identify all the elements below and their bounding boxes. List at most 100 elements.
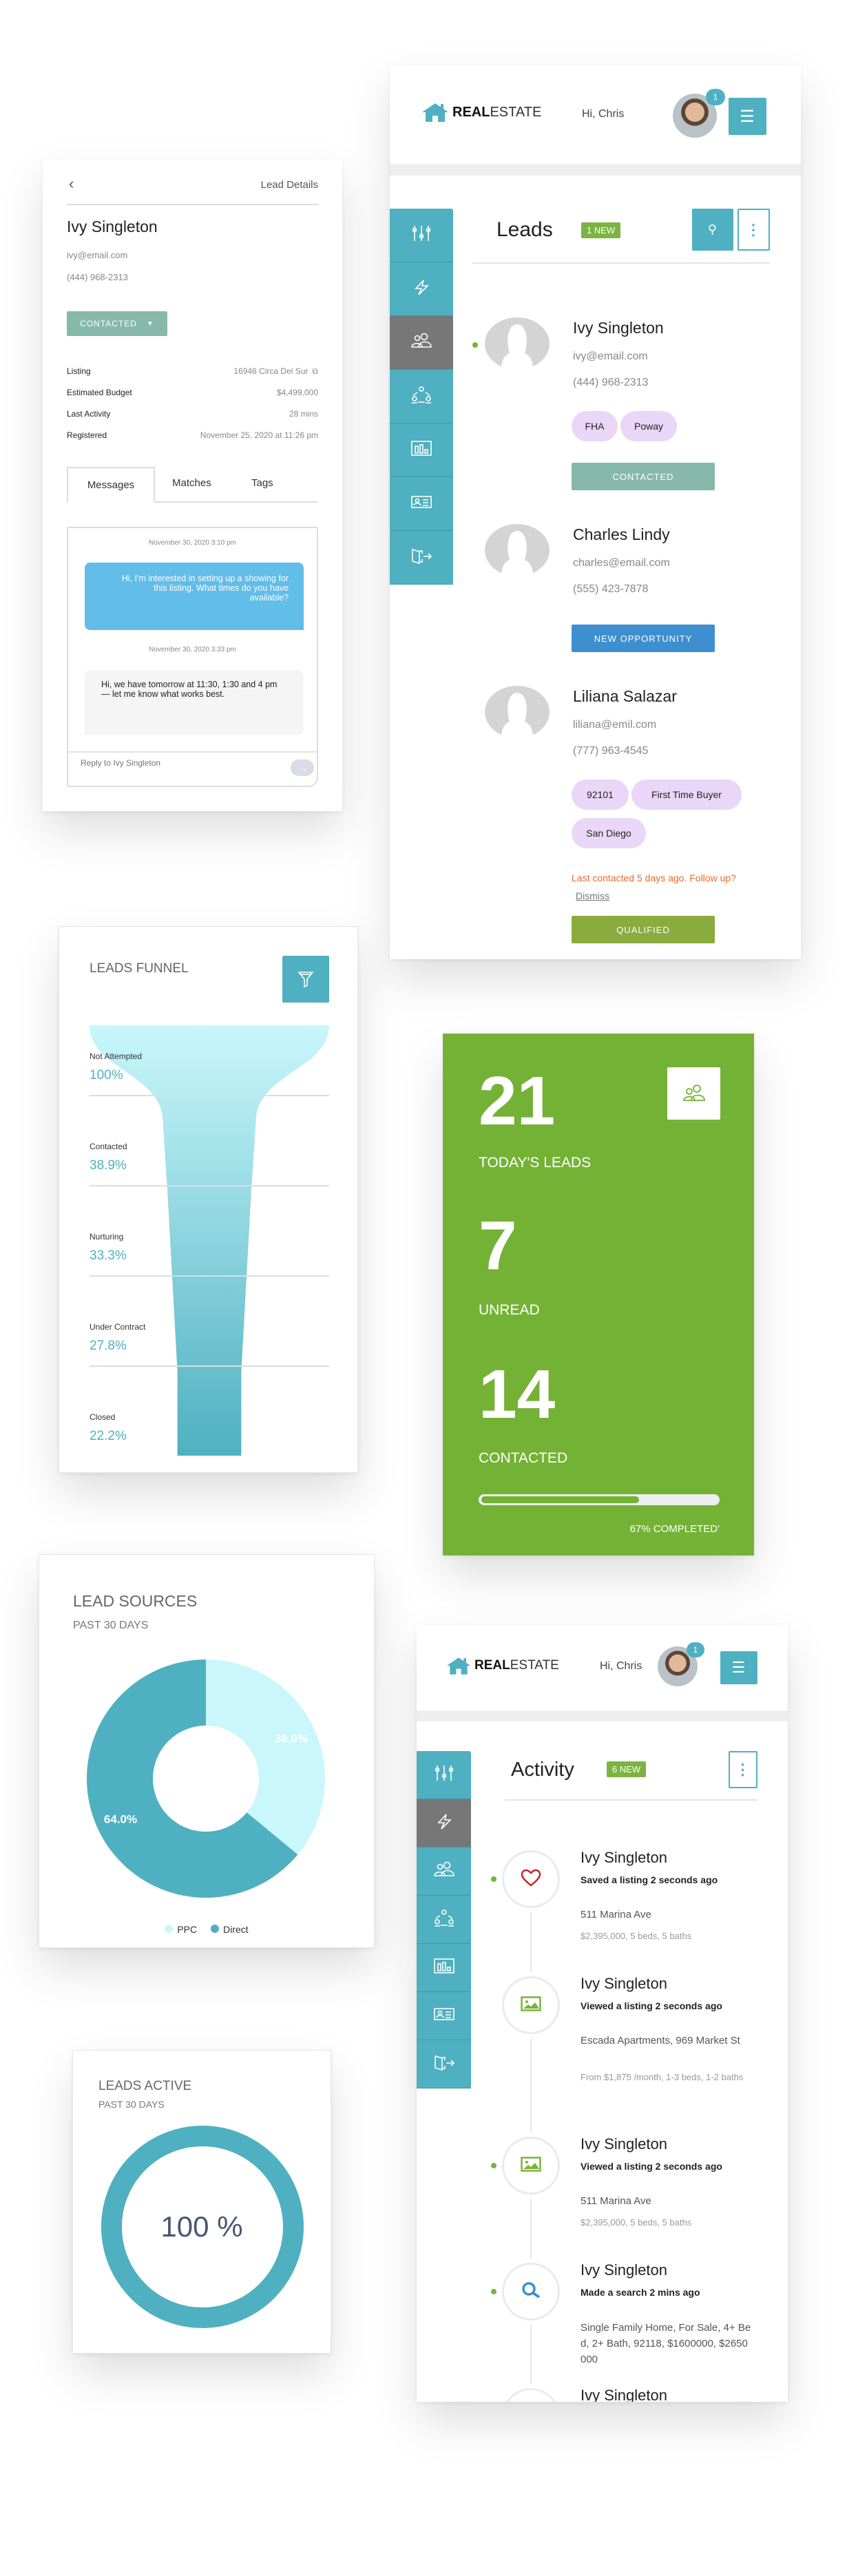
field-value-text: November 25, 2020 at 11:26 pm [200, 430, 318, 440]
lead-phone[interactable]: (555) 423-7878 [573, 583, 648, 596]
message-timestamp: November 30, 2020 3:10 pm [149, 539, 236, 547]
funnel-divider [90, 1185, 329, 1186]
tag[interactable]: Poway [620, 411, 677, 441]
funnel-icon [298, 972, 313, 987]
sidebar-item-network[interactable] [417, 1896, 471, 1944]
id-card-icon [410, 493, 433, 514]
contacted-label: CONTACTED [479, 1450, 568, 1466]
sidebar-item-id-card[interactable] [390, 477, 453, 531]
field-value: 28 mins [289, 409, 318, 419]
sidebar-item-bolt[interactable] [417, 1799, 471, 1847]
message-incoming: Hi, we have tomorrow at 11:30, 1:30 and … [85, 670, 304, 735]
unread-dot [472, 342, 478, 348]
donut-slice-label: 36.0% [275, 1732, 308, 1746]
sidebar-item-users[interactable] [417, 1847, 471, 1896]
lead-phone[interactable]: (444) 968-2313 [573, 377, 648, 389]
funnel-stage-value: 33.3% [90, 1248, 127, 1263]
field-label: Registered [67, 430, 107, 440]
activity-lead-name[interactable]: Ivy Singleton [581, 1975, 667, 1993]
funnel-stage-label: Contacted [90, 1142, 127, 1151]
activity-address[interactable]: Single Family Home, For Sale, 4+ Bed, 2+… [581, 2320, 753, 2367]
sidebar-item-users[interactable] [390, 316, 453, 370]
tabs: Messages Matches Tags [67, 467, 318, 503]
avatar-placeholder [485, 680, 550, 745]
users-icon [410, 332, 433, 353]
sidebar-item-sliders[interactable] [390, 209, 453, 262]
reply-input[interactable] [81, 758, 260, 768]
tab-tags[interactable]: Tags [251, 477, 273, 489]
lead-email[interactable]: liliana@emil.com [573, 719, 656, 731]
sidebar-item-chart[interactable] [390, 423, 453, 477]
dismiss-link[interactable]: Dismiss [576, 890, 609, 901]
hamburger-icon: ☰ [731, 1659, 746, 1676]
funnel-stage-label: Not Attempted [90, 1051, 143, 1061]
sidebar-item-sliders[interactable] [417, 1751, 471, 1799]
activity-lead-name[interactable]: Ivy Singleton [581, 2261, 667, 2279]
sidebar-item-bolt[interactable] [390, 262, 453, 316]
timeline-connector [530, 2325, 532, 2384]
network-icon [432, 1909, 456, 1930]
activity-address[interactable]: 511 Marina Ave [581, 2193, 753, 2209]
tag[interactable]: 92101 [572, 779, 629, 810]
external-link-icon[interactable]: ⧉ [312, 366, 318, 376]
activity-lead-name[interactable]: Ivy Singleton [581, 2387, 667, 2402]
lead-phone[interactable]: (444) 968-2313 [67, 272, 128, 282]
filter-button[interactable] [282, 956, 329, 1003]
logo[interactable]: REAL ESTATE [421, 101, 541, 123]
lead-email[interactable]: charles@email.com [573, 557, 670, 569]
activity-lead-name[interactable]: Ivy Singleton [581, 2135, 667, 2153]
lead-status-button[interactable]: QUALIFIED [572, 916, 715, 943]
contacted-count: 14 [479, 1356, 556, 1433]
sidebar-item-logout[interactable] [417, 2040, 471, 2088]
lead-name[interactable]: Charles Lindy [573, 525, 670, 544]
back-chevron-icon[interactable]: ‹ [69, 175, 74, 193]
arrow-right-icon: → [297, 762, 307, 773]
activity-detail: From $1,875 /month, 1-3 beds, 1-2 baths [581, 2072, 744, 2082]
more-options-button[interactable]: ⋮ [729, 1751, 757, 1788]
menu-button[interactable]: ☰ [729, 98, 766, 135]
message-outgoing: Hi, I'm interested in setting up a showi… [85, 563, 304, 630]
donut-slice-ppc[interactable] [206, 1659, 325, 1855]
field-label: Listing [67, 366, 91, 376]
legend-item-ppc: PPC [165, 1924, 197, 1935]
activity-lead-name[interactable]: Ivy Singleton [581, 1849, 667, 1867]
field-value[interactable]: 16946 Circa Del Sur ⧉ [233, 366, 318, 377]
network-icon [410, 386, 433, 407]
activity-action: Made a search 2 mins ago [581, 2287, 700, 2298]
tag[interactable]: First Time Buyer [631, 779, 742, 810]
leads-title: Leads [496, 218, 553, 241]
leads-button[interactable] [667, 1067, 720, 1120]
tag[interactable]: San Diego [572, 818, 646, 848]
unread-dot [491, 1876, 496, 1882]
more-options-button[interactable]: ⋮ [738, 209, 770, 251]
unread-label: UNREAD [479, 1302, 540, 1318]
sidebar-item-id-card[interactable] [417, 1992, 471, 2040]
lead-phone[interactable]: (777) 963-4545 [573, 745, 648, 757]
tag[interactable]: FHA [572, 411, 618, 441]
lead-status-button[interactable]: NEW OPPORTUNITY [572, 625, 715, 652]
lead-name[interactable]: Liliana Salazar [573, 687, 677, 706]
notification-badge[interactable]: 1 [687, 1642, 704, 1657]
activity-address[interactable]: 511 Marina Ave [581, 1907, 753, 1923]
lead-name[interactable]: Ivy Singleton [573, 319, 664, 337]
lead-email[interactable]: ivy@email.com [67, 250, 127, 260]
send-button[interactable]: → [291, 760, 314, 776]
sidebar-item-network[interactable] [390, 370, 453, 423]
search-button[interactable]: ⚲ [692, 209, 733, 251]
progress-bar [479, 1494, 720, 1505]
bolt-icon [410, 278, 433, 300]
activity-address[interactable]: Escada Apartments, 969 Market St [581, 2033, 753, 2049]
messages-box: November 30, 2020 3:10 pm Hi, I'm intere… [67, 527, 318, 787]
sidebar-item-logout[interactable] [390, 531, 453, 585]
lead-email[interactable]: ivy@email.com [573, 350, 648, 363]
logo[interactable]: REAL ESTATE [446, 1655, 559, 1676]
follow-up-warning: Last contacted 5 days ago. Follow up? Dis… [572, 869, 744, 905]
status-dropdown[interactable]: CONTACTED ▼ [67, 311, 167, 336]
lead-status-button[interactable]: CONTACTED [572, 463, 715, 490]
notification-badge[interactable]: 1 [706, 89, 725, 105]
funnel-stage-value: 27.8% [90, 1339, 127, 1353]
tab-matches[interactable]: Matches [172, 477, 211, 489]
sidebar-item-chart[interactable] [417, 1944, 471, 1992]
menu-button[interactable]: ☰ [720, 1651, 757, 1684]
tab-messages[interactable]: Messages [67, 467, 155, 503]
